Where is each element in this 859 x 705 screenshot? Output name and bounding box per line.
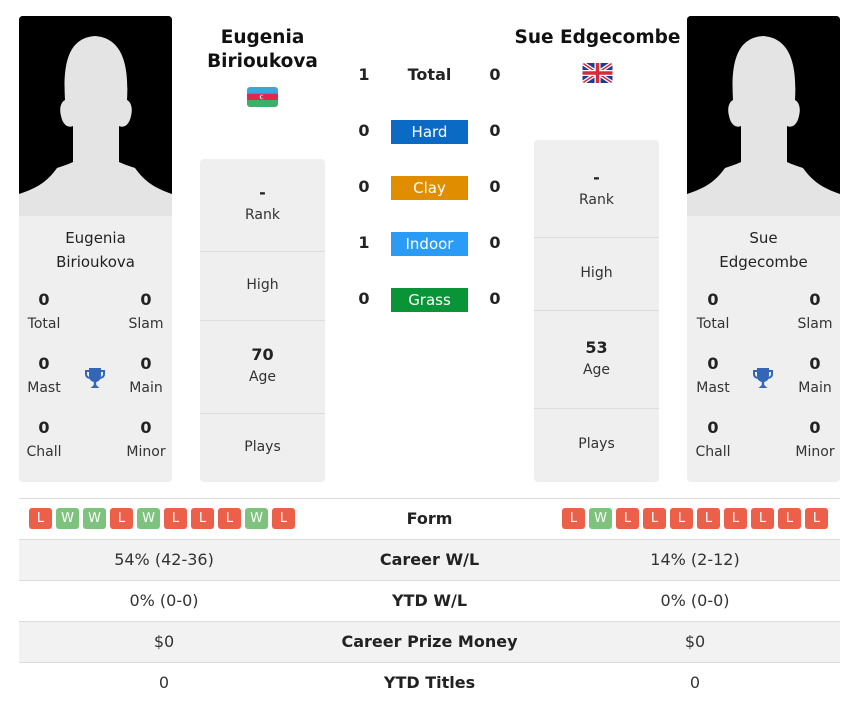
- player2-ytd-titles: 0: [689, 673, 701, 692]
- player1-info-box: - Rank High 70 Age Plays: [200, 159, 325, 482]
- player2-form: LWLLLLLLLL: [562, 508, 828, 529]
- azerbaijan-flag-icon: [247, 87, 278, 107]
- form-loss-badge[interactable]: L: [778, 508, 801, 529]
- form-loss-badge[interactable]: L: [29, 508, 52, 529]
- player1-titles-slam: 0 Slam: [128, 290, 164, 332]
- player2-career-wl: 14% (2-12): [650, 550, 740, 569]
- player1-prize-money: $0: [153, 632, 175, 651]
- form-loss-badge[interactable]: L: [643, 508, 666, 529]
- player2-card-name[interactable]: Sue Edgecombe: [687, 226, 840, 274]
- player1-titles-chall: 0 Chall: [26, 418, 62, 460]
- player2-titles-chall: 0 Chall: [695, 418, 731, 460]
- form-row: LWWLWLLLWL Form LWLLLLLLLL: [19, 498, 840, 539]
- player1-plays: Plays: [244, 439, 281, 455]
- form-win-badge[interactable]: W: [137, 508, 160, 529]
- h2h-clay-p2: 0: [489, 177, 501, 196]
- player1-ytd-wl: 0% (0-0): [129, 591, 199, 610]
- player1-photo[interactable]: [19, 16, 172, 216]
- ytd-wl-label: YTD W/L: [391, 591, 468, 610]
- form-win-badge[interactable]: W: [589, 508, 612, 529]
- player1-form: LWWLWLLLWL: [29, 508, 295, 529]
- united-kingdom-flag-icon: [582, 63, 613, 83]
- h2h-grass-p2: 0: [489, 289, 501, 308]
- player1-career-wl: 54% (42-36): [114, 550, 214, 569]
- ytd-titles-label: YTD Titles: [383, 673, 476, 692]
- player2-titles-total: 0 Total: [696, 290, 730, 332]
- player2-titles-minor: 0 Minor: [795, 418, 835, 460]
- prize-money-row: $0 Career Prize Money $0: [19, 621, 840, 662]
- form-loss-badge[interactable]: L: [272, 508, 295, 529]
- surface-indoor-badge[interactable]: Indoor: [391, 232, 468, 256]
- trophy-icon: [753, 368, 773, 388]
- player2-card: Sue Edgecombe 0 Total 0 Slam 0 Mast 0 Ma…: [687, 16, 840, 482]
- form-label: Form: [406, 509, 453, 528]
- prize-money-label: Career Prize Money: [341, 632, 518, 651]
- surface-grass-badge[interactable]: Grass: [391, 288, 468, 312]
- form-win-badge[interactable]: W: [83, 508, 106, 529]
- player1-titles-main: 0 Main: [129, 354, 163, 396]
- ytd-wl-row: 0% (0-0) YTD W/L 0% (0-0): [19, 580, 840, 621]
- h2h-total-label: Total: [407, 65, 452, 84]
- h2h-clay-p1: 0: [358, 177, 370, 196]
- player2-titles-mast: 0 Mast: [696, 354, 730, 396]
- surface-clay-badge[interactable]: Clay: [391, 176, 468, 200]
- form-loss-badge[interactable]: L: [191, 508, 214, 529]
- player1-name-heading[interactable]: Eugenia Birioukova: [185, 26, 340, 74]
- player2-titles-main: 0 Main: [798, 354, 832, 396]
- form-loss-badge[interactable]: L: [805, 508, 828, 529]
- form-loss-badge[interactable]: L: [670, 508, 693, 529]
- player2-titles-slam: 0 Slam: [797, 290, 833, 332]
- player2-high: High: [534, 238, 659, 311]
- h2h-total-p2: 0: [489, 65, 501, 84]
- player2-prize-money: $0: [684, 632, 706, 651]
- career-wl-row: 54% (42-36) Career W/L 14% (2-12): [19, 539, 840, 580]
- player2-plays: Plays: [578, 436, 615, 452]
- career-wl-label: Career W/L: [379, 550, 480, 569]
- player1-titles-minor: 0 Minor: [126, 418, 166, 460]
- player1-ytd-titles: 0: [158, 673, 170, 692]
- player1-titles-mast: 0 Mast: [27, 354, 61, 396]
- player1-titles-total: 0 Total: [27, 290, 61, 332]
- form-loss-badge[interactable]: L: [218, 508, 241, 529]
- h2h-indoor-p2: 0: [489, 233, 501, 252]
- form-loss-badge[interactable]: L: [724, 508, 747, 529]
- player2-name-heading[interactable]: Sue Edgecombe: [505, 26, 690, 50]
- h2h-grass-p1: 0: [358, 289, 370, 308]
- form-loss-badge[interactable]: L: [164, 508, 187, 529]
- player2-photo[interactable]: [687, 16, 840, 216]
- h2h-indoor-p1: 1: [358, 233, 370, 252]
- form-loss-badge[interactable]: L: [697, 508, 720, 529]
- form-loss-badge[interactable]: L: [616, 508, 639, 529]
- player2-age: 53 Age: [534, 311, 659, 409]
- h2h-hard-p1: 0: [358, 121, 370, 140]
- form-loss-badge[interactable]: L: [562, 508, 585, 529]
- ytd-titles-row: 0 YTD Titles 0: [19, 662, 840, 703]
- avatar-silhouette-icon: [687, 16, 840, 216]
- player2-info-box: - Rank High 53 Age Plays: [534, 140, 659, 482]
- form-loss-badge[interactable]: L: [751, 508, 774, 529]
- player1-card: Eugenia Birioukova 0 Total 0 Slam 0 Mast…: [19, 16, 172, 482]
- form-loss-badge[interactable]: L: [110, 508, 133, 529]
- player2-rank: - Rank: [534, 140, 659, 238]
- form-win-badge[interactable]: W: [245, 508, 268, 529]
- form-win-badge[interactable]: W: [56, 508, 79, 529]
- player1-card-name[interactable]: Eugenia Birioukova: [19, 226, 172, 274]
- player1-rank: - Rank: [200, 159, 325, 252]
- avatar-silhouette-icon: [19, 16, 172, 216]
- surface-hard-badge[interactable]: Hard: [391, 120, 468, 144]
- player2-ytd-wl: 0% (0-0): [660, 591, 730, 610]
- h2h-total-p1: 1: [358, 65, 370, 84]
- h2h-hard-p2: 0: [489, 121, 501, 140]
- player1-high: High: [200, 252, 325, 321]
- player1-age: 70 Age: [200, 321, 325, 414]
- trophy-icon: [85, 368, 105, 388]
